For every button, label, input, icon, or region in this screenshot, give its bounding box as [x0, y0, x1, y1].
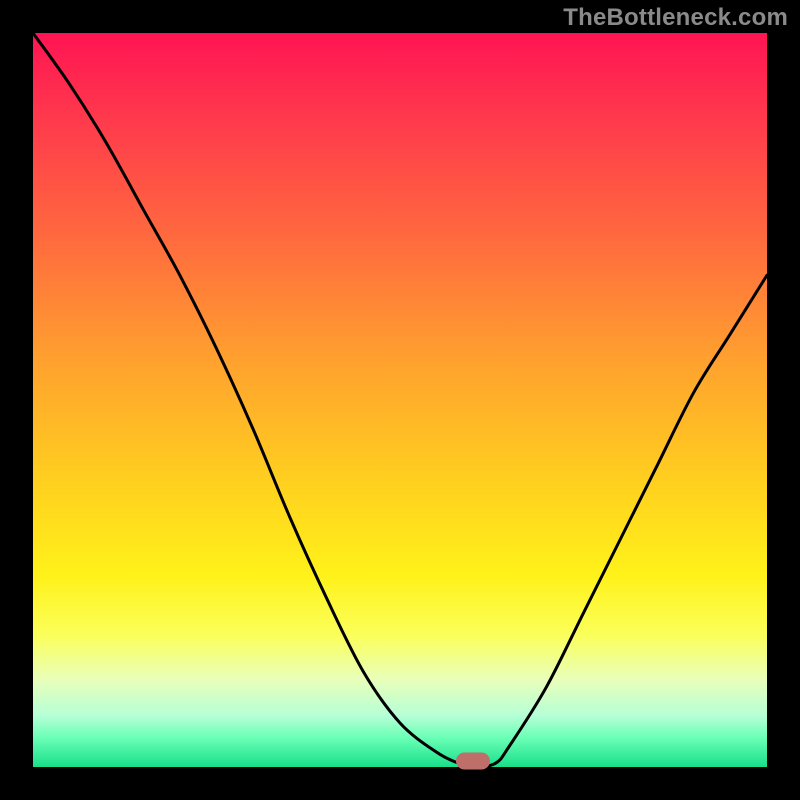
watermark-text: TheBottleneck.com — [563, 4, 788, 32]
chart-frame: TheBottleneck.com — [0, 0, 800, 800]
bottleneck-curve — [33, 33, 767, 767]
minimum-marker — [456, 753, 490, 770]
plot-area — [33, 33, 767, 767]
